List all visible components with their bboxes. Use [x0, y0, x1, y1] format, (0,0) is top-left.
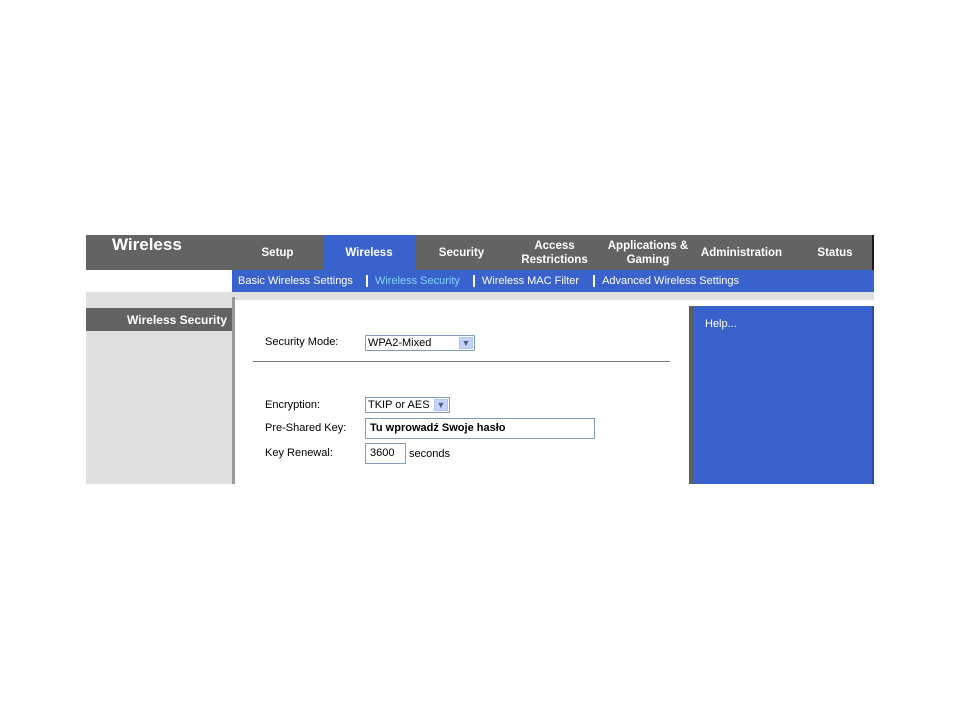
tab-administration[interactable]: Administration [695, 235, 788, 270]
section-divider [253, 361, 670, 362]
subnav-wireless-mac-filter[interactable]: Wireless MAC Filter [482, 275, 579, 287]
subnav-divider [472, 275, 475, 287]
subnav-basic-wireless-settings[interactable]: Basic Wireless Settings [238, 275, 353, 287]
help-link[interactable]: Help... [705, 318, 737, 330]
top-navigation-bar: Wireless Setup Wireless Security Access … [86, 235, 874, 270]
encryption-label: Encryption: [265, 399, 321, 411]
security-mode-value: WPA2-Mixed [368, 337, 432, 349]
tab-setup[interactable]: Setup [232, 235, 323, 270]
pre-shared-key-input[interactable]: Tu wprowadź Swoje hasło [365, 418, 595, 439]
key-renewal-input[interactable]: 3600 [365, 443, 406, 464]
page-title: Wireless [112, 235, 182, 254]
tab-access-restrictions[interactable]: Access Restrictions [508, 235, 601, 270]
encryption-select[interactable]: TKIP or AES ▼ [365, 397, 450, 413]
tab-status[interactable]: Status [788, 235, 874, 270]
tab-security[interactable]: Security [415, 235, 508, 270]
pre-shared-key-label: Pre-Shared Key: [265, 422, 347, 434]
sub-navigation: Basic Wireless Settings Wireless Securit… [232, 270, 874, 292]
security-mode-label: Security Mode: [265, 336, 339, 348]
main-tabs: Setup Wireless Security Access Restricti… [232, 235, 874, 270]
help-panel-edge [872, 306, 874, 484]
sidebar-section-title: Wireless Security [86, 308, 232, 331]
key-renewal-label: Key Renewal: [265, 447, 333, 459]
help-panel: Help... [694, 306, 874, 484]
subnav-divider [593, 275, 596, 287]
chevron-down-icon[interactable]: ▼ [459, 337, 473, 349]
chevron-down-icon[interactable]: ▼ [434, 399, 448, 411]
subnav-divider [365, 275, 368, 287]
router-admin-page: Wireless Setup Wireless Security Access … [86, 235, 874, 484]
topbar-edge [872, 235, 874, 270]
tab-applications-gaming[interactable]: Applications & Gaming [601, 235, 695, 270]
encryption-value: TKIP or AES [368, 399, 430, 411]
tab-wireless[interactable]: Wireless [323, 235, 415, 270]
subnav-wireless-security[interactable]: Wireless Security [375, 275, 460, 287]
subnav-advanced-wireless-settings[interactable]: Advanced Wireless Settings [602, 275, 739, 287]
key-renewal-unit: seconds [409, 448, 450, 460]
security-mode-select[interactable]: WPA2-Mixed ▼ [365, 335, 475, 351]
